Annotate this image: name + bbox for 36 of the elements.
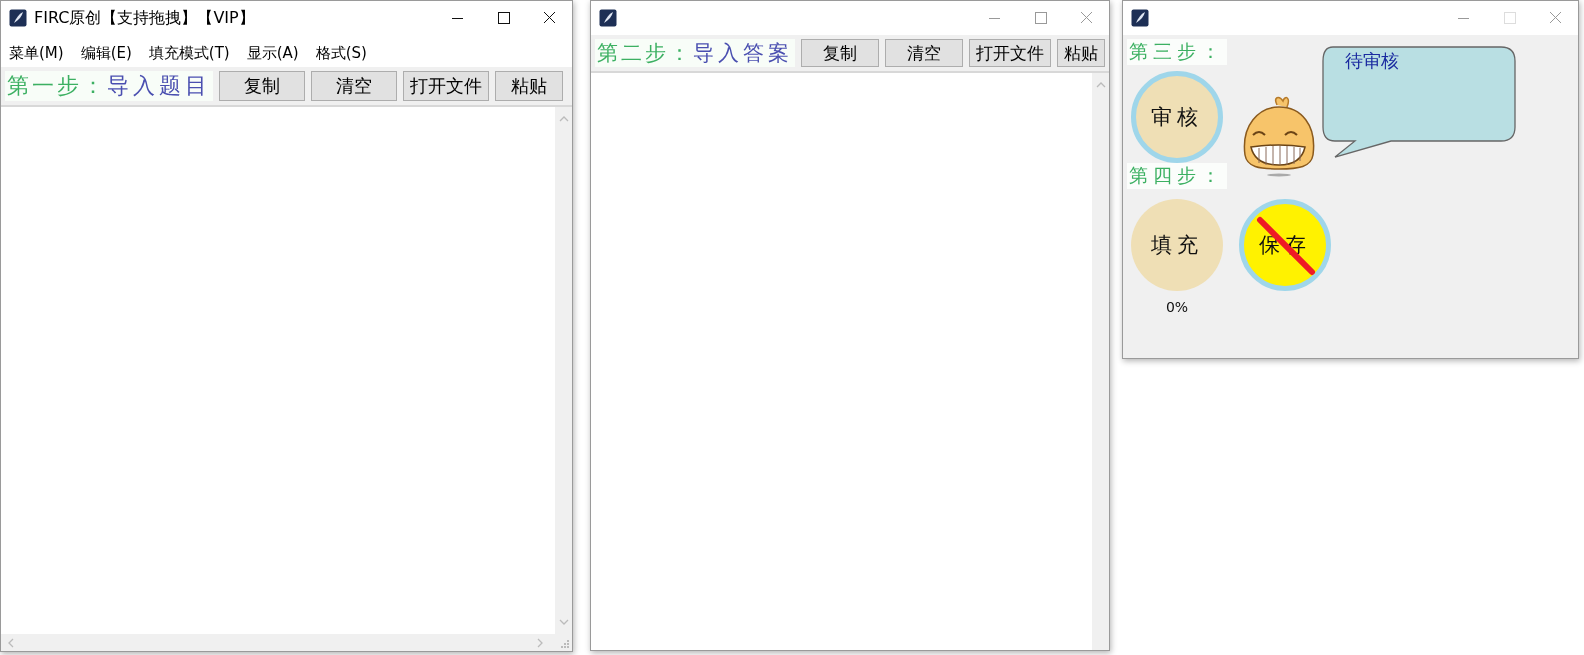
toolbar-button[interactable]: 打开文件 — [969, 39, 1051, 67]
vertical-scrollbar[interactable] — [1092, 73, 1109, 650]
step-label: 第一步： — [7, 72, 107, 100]
toolbar-button[interactable]: 清空 — [311, 71, 397, 101]
scroll-down-icon[interactable] — [558, 618, 569, 626]
fill-button[interactable]: 填充 — [1131, 199, 1223, 291]
toolbar-button[interactable]: 粘贴 — [495, 71, 563, 101]
horizontal-scrollbar[interactable] — [1, 634, 572, 651]
toolbar-button[interactable]: 复制 — [219, 71, 305, 101]
step-label: 第四步： — [1127, 163, 1227, 189]
scroll-right-icon[interactable] — [536, 637, 544, 648]
window-title: FIRC原创【支持拖拽】【VIP】 — [34, 7, 255, 29]
app-icon — [9, 9, 27, 27]
app-icon — [1131, 9, 1149, 27]
menu-item[interactable]: 格式(S) — [315, 43, 367, 63]
prohibited-slash-icon — [1254, 214, 1318, 278]
text-area[interactable] — [1, 107, 555, 634]
step-heading: 导入答案 — [693, 40, 793, 67]
step-label: 第二步： — [597, 40, 693, 67]
menu-item[interactable]: 填充模式(T) — [148, 43, 230, 63]
toolbar-button[interactable]: 复制 — [801, 39, 879, 67]
app-icon — [599, 9, 617, 27]
toolbar-button[interactable]: 粘贴 — [1057, 39, 1105, 67]
scroll-left-icon[interactable] — [7, 637, 15, 648]
review-button[interactable]: 审核 — [1131, 71, 1223, 163]
menu-item[interactable]: 菜单(M) — [9, 43, 64, 63]
step-label: 第三步： — [1127, 39, 1227, 65]
toolbar-button[interactable]: 打开文件 — [403, 71, 489, 101]
status-text: 待审核 — [1345, 49, 1399, 73]
toolbar-button[interactable]: 清空 — [885, 39, 963, 67]
scroll-up-icon[interactable] — [1095, 81, 1106, 89]
menu-item[interactable]: 显示(A) — [246, 43, 299, 63]
progress-percent: 0% — [1165, 299, 1189, 315]
step-heading: 导入题目 — [107, 72, 211, 100]
menu-item[interactable]: 编辑(E) — [80, 43, 132, 63]
scroll-up-icon[interactable] — [558, 115, 569, 123]
